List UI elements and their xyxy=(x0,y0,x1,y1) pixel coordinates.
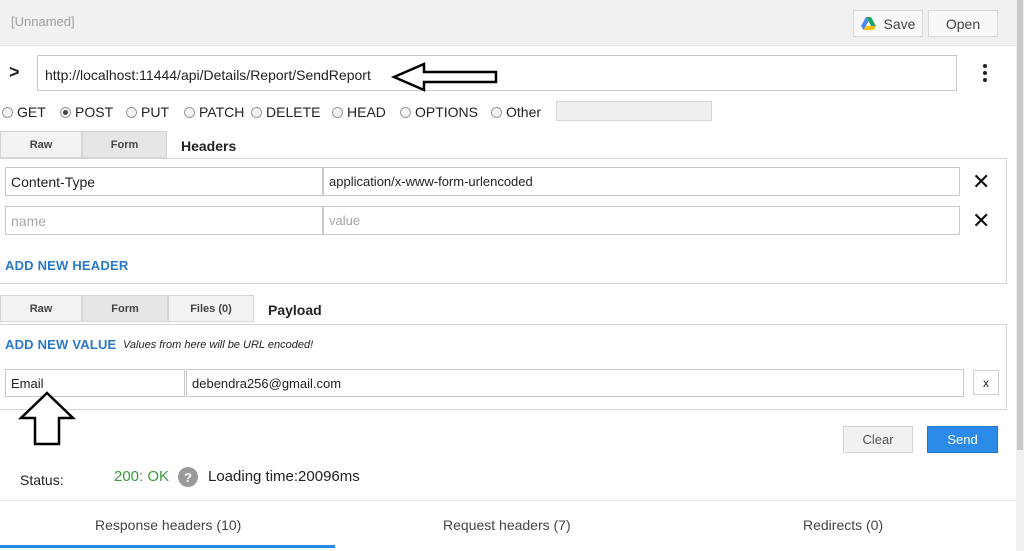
headers-tab-form[interactable]: Form xyxy=(82,131,167,158)
help-icon[interactable]: ? xyxy=(178,467,198,487)
radio-options[interactable] xyxy=(400,106,411,118)
header-name-value: Content-Type xyxy=(11,173,96,190)
remove-header-icon[interactable]: ✕ xyxy=(972,171,990,193)
open-button[interactable]: Open xyxy=(928,10,998,37)
remove-new-header-icon[interactable]: ✕ xyxy=(972,210,990,232)
method-post-label: POST xyxy=(75,104,114,120)
scroll-thumb[interactable] xyxy=(1017,0,1023,450)
payload-tab-form-label: Form xyxy=(111,302,139,315)
method-delete[interactable]: DELETE xyxy=(251,103,320,121)
headers-tab-form-label: Form xyxy=(110,138,139,151)
clear-button[interactable]: Clear xyxy=(843,426,913,453)
method-options-label: OPTIONS xyxy=(415,104,479,120)
more-options-icon[interactable] xyxy=(979,64,991,82)
radio-delete[interactable] xyxy=(251,106,262,118)
payload-name-value: Email xyxy=(11,375,44,391)
status-label: Status: xyxy=(20,472,64,488)
method-get-label: GET xyxy=(17,104,46,120)
radio-put[interactable] xyxy=(126,106,137,118)
method-put[interactable]: PUT xyxy=(126,103,169,121)
save-label: Save xyxy=(883,15,916,32)
expand-url-icon[interactable]: > xyxy=(9,62,20,83)
tab-response-headers[interactable]: Response headers (10) xyxy=(95,517,241,533)
active-tab-indicator xyxy=(0,545,335,548)
radio-post[interactable] xyxy=(60,106,71,118)
open-label: Open xyxy=(945,15,981,32)
new-header-value-placeholder: value xyxy=(329,213,361,228)
payload-tab-raw-label: Raw xyxy=(29,302,53,315)
radio-other[interactable] xyxy=(491,106,502,118)
save-button[interactable]: Save xyxy=(853,10,923,37)
headers-tab-raw[interactable]: Raw xyxy=(0,131,82,158)
payload-title: Payload xyxy=(268,302,322,318)
payload-tab-form[interactable]: Form xyxy=(82,295,168,322)
up-arrow-annotation-icon xyxy=(17,391,77,446)
radio-patch[interactable] xyxy=(184,106,195,118)
header-value-text: application/x-www-form-urlencoded xyxy=(329,174,533,189)
method-get[interactable]: GET xyxy=(2,103,46,121)
method-put-label: PUT xyxy=(141,104,169,120)
remove-payload-label: x xyxy=(983,375,989,390)
method-options[interactable]: OPTIONS xyxy=(400,103,478,121)
request-title[interactable]: [Unnamed] xyxy=(11,14,75,29)
header-value-field[interactable]: application/x-www-form-urlencoded xyxy=(323,167,960,196)
radio-head[interactable] xyxy=(332,106,343,118)
payload-panel xyxy=(0,324,1007,410)
method-head[interactable]: HEAD xyxy=(332,103,386,121)
headers-tab-raw-label: Raw xyxy=(29,138,53,151)
loading-time: Loading time:20096ms xyxy=(208,468,360,485)
new-header-value-input[interactable]: value xyxy=(323,206,960,235)
payload-value-field[interactable]: debendra256@gmail.com xyxy=(186,369,964,397)
method-head-label: HEAD xyxy=(347,104,386,120)
help-icon-glyph: ? xyxy=(184,469,192,485)
response-divider xyxy=(0,500,1016,501)
payload-value-text: debendra256@gmail.com xyxy=(192,375,342,391)
payload-tab-files-label: Files (0) xyxy=(190,302,232,315)
method-post[interactable]: POST xyxy=(60,103,113,121)
new-header-name-placeholder: name xyxy=(11,212,47,229)
status-code: 200: OK xyxy=(114,468,170,485)
other-method-input[interactable] xyxy=(556,101,712,121)
method-other[interactable]: Other xyxy=(491,103,541,121)
top-bar: [Unnamed] Save Open xyxy=(0,0,1016,46)
send-label: Send xyxy=(947,432,978,447)
send-button[interactable]: Send xyxy=(927,426,998,453)
payload-tab-files[interactable]: Files (0) xyxy=(168,295,254,322)
url-text: http://localhost:11444/api/Details/Repor… xyxy=(45,67,371,83)
scrollbar[interactable] xyxy=(1016,0,1024,551)
method-other-label: Other xyxy=(506,104,542,120)
google-drive-icon xyxy=(860,17,876,30)
method-delete-label: DELETE xyxy=(266,104,321,120)
add-new-header-link[interactable]: ADD NEW HEADER xyxy=(5,258,128,273)
clear-label: Clear xyxy=(862,432,894,447)
method-patch-label: PATCH xyxy=(199,104,245,120)
payload-tab-raw[interactable]: Raw xyxy=(0,295,82,322)
new-header-name-input[interactable]: name xyxy=(5,206,323,235)
headers-title: Headers xyxy=(181,138,237,154)
tab-redirects[interactable]: Redirects (0) xyxy=(803,517,883,533)
radio-get[interactable] xyxy=(2,106,13,118)
add-new-value-link[interactable]: ADD NEW VALUE xyxy=(5,337,116,352)
payload-hint: Values from here will be URL encoded! xyxy=(123,339,314,351)
header-name-field[interactable]: Content-Type xyxy=(5,167,323,196)
remove-payload-button[interactable]: x xyxy=(973,370,999,395)
tab-request-headers[interactable]: Request headers (7) xyxy=(443,517,571,533)
method-patch[interactable]: PATCH xyxy=(184,103,244,121)
left-arrow-annotation-icon xyxy=(390,62,498,92)
